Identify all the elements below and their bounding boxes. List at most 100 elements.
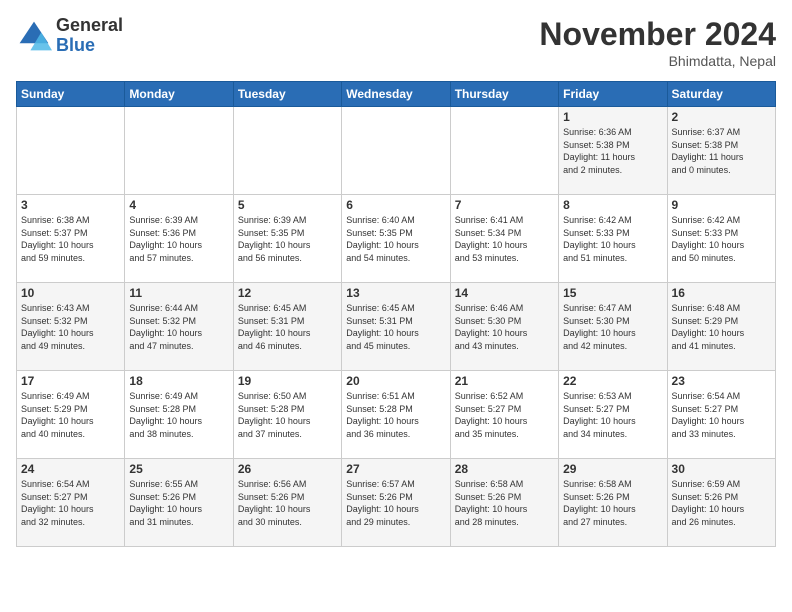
day-number: 5 [238, 198, 337, 212]
cell-info: Sunrise: 6:51 AM Sunset: 5:28 PM Dayligh… [346, 390, 445, 440]
day-header-sunday: Sunday [17, 82, 125, 107]
cell-info: Sunrise: 6:43 AM Sunset: 5:32 PM Dayligh… [21, 302, 120, 352]
cell-info: Sunrise: 6:48 AM Sunset: 5:29 PM Dayligh… [672, 302, 771, 352]
day-number: 23 [672, 374, 771, 388]
day-header-wednesday: Wednesday [342, 82, 450, 107]
day-number: 4 [129, 198, 228, 212]
calendar-cell: 13 Sunrise: 6:45 AM Sunset: 5:31 PM Dayli… [342, 283, 450, 371]
cell-info: Sunrise: 6:36 AM Sunset: 5:38 PM Dayligh… [563, 126, 662, 176]
calendar-cell: 30 Sunrise: 6:59 AM Sunset: 5:26 PM Dayli… [667, 459, 775, 547]
cell-info: Sunrise: 6:42 AM Sunset: 5:33 PM Dayligh… [672, 214, 771, 264]
week-row-5: 24 Sunrise: 6:54 AM Sunset: 5:27 PM Dayli… [17, 459, 776, 547]
day-header-monday: Monday [125, 82, 233, 107]
month-title: November 2024 [539, 16, 776, 53]
page-header: General Blue November 2024 Bhimdatta, Ne… [16, 16, 776, 69]
calendar-cell: 21 Sunrise: 6:52 AM Sunset: 5:27 PM Dayli… [450, 371, 558, 459]
calendar-cell: 18 Sunrise: 6:49 AM Sunset: 5:28 PM Dayli… [125, 371, 233, 459]
calendar-cell: 7 Sunrise: 6:41 AM Sunset: 5:34 PM Daylig… [450, 195, 558, 283]
cell-info: Sunrise: 6:38 AM Sunset: 5:37 PM Dayligh… [21, 214, 120, 264]
cell-info: Sunrise: 6:37 AM Sunset: 5:38 PM Dayligh… [672, 126, 771, 176]
header-row: SundayMondayTuesdayWednesdayThursdayFrid… [17, 82, 776, 107]
day-number: 3 [21, 198, 120, 212]
week-row-2: 3 Sunrise: 6:38 AM Sunset: 5:37 PM Daylig… [17, 195, 776, 283]
calendar-cell: 5 Sunrise: 6:39 AM Sunset: 5:35 PM Daylig… [233, 195, 341, 283]
calendar-cell: 6 Sunrise: 6:40 AM Sunset: 5:35 PM Daylig… [342, 195, 450, 283]
calendar-cell: 12 Sunrise: 6:45 AM Sunset: 5:31 PM Dayli… [233, 283, 341, 371]
location: Bhimdatta, Nepal [539, 53, 776, 69]
day-number: 7 [455, 198, 554, 212]
day-header-tuesday: Tuesday [233, 82, 341, 107]
day-number: 16 [672, 286, 771, 300]
calendar-cell [342, 107, 450, 195]
cell-info: Sunrise: 6:42 AM Sunset: 5:33 PM Dayligh… [563, 214, 662, 264]
week-row-1: 1 Sunrise: 6:36 AM Sunset: 5:38 PM Daylig… [17, 107, 776, 195]
cell-info: Sunrise: 6:58 AM Sunset: 5:26 PM Dayligh… [455, 478, 554, 528]
day-number: 26 [238, 462, 337, 476]
week-row-4: 17Sunrise: 6:49 AM Sunset: 5:29 PM Dayli… [17, 371, 776, 459]
cell-info: Sunrise: 6:54 AM Sunset: 5:27 PM Dayligh… [672, 390, 771, 440]
calendar-cell: 23 Sunrise: 6:54 AM Sunset: 5:27 PM Dayli… [667, 371, 775, 459]
cell-info: Sunrise: 6:54 AM Sunset: 5:27 PM Dayligh… [21, 478, 120, 528]
week-row-3: 10 Sunrise: 6:43 AM Sunset: 5:32 PM Dayli… [17, 283, 776, 371]
day-number: 27 [346, 462, 445, 476]
cell-info: Sunrise: 6:45 AM Sunset: 5:31 PM Dayligh… [346, 302, 445, 352]
day-number: 18 [129, 374, 228, 388]
calendar-cell: 16 Sunrise: 6:48 AM Sunset: 5:29 PM Dayli… [667, 283, 775, 371]
day-number: 2 [672, 110, 771, 124]
calendar-cell: 24 Sunrise: 6:54 AM Sunset: 5:27 PM Dayli… [17, 459, 125, 547]
day-header-friday: Friday [559, 82, 667, 107]
cell-info: Sunrise: 6:49 AM Sunset: 5:28 PM Dayligh… [129, 390, 228, 440]
calendar-cell: 2 Sunrise: 6:37 AM Sunset: 5:38 PM Daylig… [667, 107, 775, 195]
logo-blue: Blue [56, 36, 123, 56]
calendar-cell: 8 Sunrise: 6:42 AM Sunset: 5:33 PM Daylig… [559, 195, 667, 283]
calendar-cell [450, 107, 558, 195]
day-number: 30 [672, 462, 771, 476]
cell-info: Sunrise: 6:39 AM Sunset: 5:36 PM Dayligh… [129, 214, 228, 264]
day-number: 11 [129, 286, 228, 300]
cell-info: Sunrise: 6:52 AM Sunset: 5:27 PM Dayligh… [455, 390, 554, 440]
day-number: 20 [346, 374, 445, 388]
day-number: 13 [346, 286, 445, 300]
calendar-cell: 10 Sunrise: 6:43 AM Sunset: 5:32 PM Dayli… [17, 283, 125, 371]
cell-info: Sunrise: 6:41 AM Sunset: 5:34 PM Dayligh… [455, 214, 554, 264]
day-number: 9 [672, 198, 771, 212]
calendar: SundayMondayTuesdayWednesdayThursdayFrid… [16, 81, 776, 547]
day-number: 29 [563, 462, 662, 476]
day-number: 19 [238, 374, 337, 388]
day-number: 10 [21, 286, 120, 300]
day-number: 1 [563, 110, 662, 124]
cell-info: Sunrise: 6:45 AM Sunset: 5:31 PM Dayligh… [238, 302, 337, 352]
cell-info: Sunrise: 6:39 AM Sunset: 5:35 PM Dayligh… [238, 214, 337, 264]
calendar-cell: 26 Sunrise: 6:56 AM Sunset: 5:26 PM Dayli… [233, 459, 341, 547]
calendar-cell: 3 Sunrise: 6:38 AM Sunset: 5:37 PM Daylig… [17, 195, 125, 283]
calendar-cell: 9 Sunrise: 6:42 AM Sunset: 5:33 PM Daylig… [667, 195, 775, 283]
day-number: 25 [129, 462, 228, 476]
day-number: 24 [21, 462, 120, 476]
cell-info: Sunrise: 6:56 AM Sunset: 5:26 PM Dayligh… [238, 478, 337, 528]
day-number: 14 [455, 286, 554, 300]
calendar-cell: 4 Sunrise: 6:39 AM Sunset: 5:36 PM Daylig… [125, 195, 233, 283]
logo-icon [16, 18, 52, 54]
cell-info: Sunrise: 6:57 AM Sunset: 5:26 PM Dayligh… [346, 478, 445, 528]
cell-info: Sunrise: 6:44 AM Sunset: 5:32 PM Dayligh… [129, 302, 228, 352]
day-number: 28 [455, 462, 554, 476]
cell-info: Sunrise: 6:46 AM Sunset: 5:30 PM Dayligh… [455, 302, 554, 352]
cell-info: Sunrise: 6:50 AM Sunset: 5:28 PM Dayligh… [238, 390, 337, 440]
logo-general: General [56, 16, 123, 36]
calendar-cell: 27 Sunrise: 6:57 AM Sunset: 5:26 PM Dayli… [342, 459, 450, 547]
day-header-saturday: Saturday [667, 82, 775, 107]
day-number: 8 [563, 198, 662, 212]
cell-info: Sunrise: 6:55 AM Sunset: 5:26 PM Dayligh… [129, 478, 228, 528]
cell-info: Sunrise: 6:59 AM Sunset: 5:26 PM Dayligh… [672, 478, 771, 528]
calendar-cell: 11 Sunrise: 6:44 AM Sunset: 5:32 PM Dayli… [125, 283, 233, 371]
calendar-cell [125, 107, 233, 195]
day-number: 6 [346, 198, 445, 212]
day-number: 17 [21, 374, 120, 388]
day-number: 12 [238, 286, 337, 300]
logo: General Blue [16, 16, 123, 56]
day-number: 21 [455, 374, 554, 388]
calendar-cell: 28 Sunrise: 6:58 AM Sunset: 5:26 PM Dayli… [450, 459, 558, 547]
day-number: 15 [563, 286, 662, 300]
cell-info: Sunrise: 6:40 AM Sunset: 5:35 PM Dayligh… [346, 214, 445, 264]
calendar-cell [17, 107, 125, 195]
